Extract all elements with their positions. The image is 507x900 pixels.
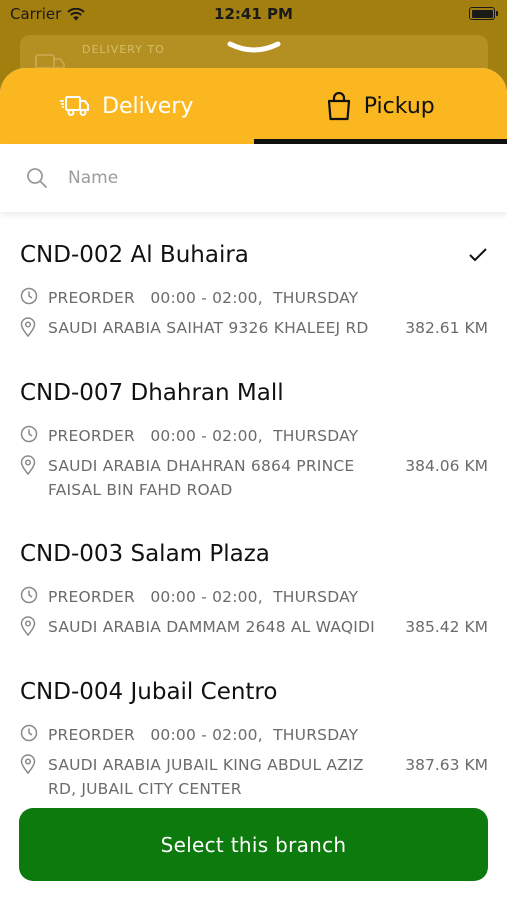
search-icon	[27, 168, 47, 188]
branch-address: SAUDI ARABIA DHAHRAN 6864 PRINCE FAISAL …	[48, 454, 354, 502]
sheet-collapse-chevron-icon[interactable]	[226, 40, 282, 56]
clock-icon	[20, 287, 38, 305]
branch-address-line: SAUDI ARABIA JUBAIL KING ABDUL AZIZ	[48, 756, 364, 774]
delivery-truck-icon	[60, 96, 90, 116]
branch-name: CND-002 Al Buhaira	[20, 242, 249, 268]
branch-distance: 387.63 KM	[405, 756, 488, 774]
clock-icon	[20, 586, 38, 604]
tab-pickup[interactable]: Pickup	[253, 68, 507, 144]
branch-name: CND-003 Salam Plaza	[20, 541, 270, 567]
search-bar	[0, 144, 507, 212]
branch-address: SAUDI ARABIA DAMMAM 2648 AL WAQIDI	[48, 615, 375, 639]
branch-schedule: PREORDER 00:00 - 02:00, THURSDAY	[48, 726, 359, 744]
branch-address: SAUDI ARABIA SAIHAT 9326 KHALEEJ RD	[48, 316, 369, 340]
order-type-tabs: Delivery Pickup	[0, 68, 507, 144]
status-bar: Carrier 12:41 PM	[0, 0, 507, 30]
tab-delivery[interactable]: Delivery	[0, 68, 254, 144]
select-branch-button[interactable]: Select this branch	[19, 808, 488, 881]
branch-address-line: FAISAL BIN FAHD ROAD	[48, 481, 233, 499]
branch-address-line: SAUDI ARABIA DAMMAM 2648 AL WAQIDI	[48, 618, 375, 636]
branch-address-line: RD, JUBAIL CITY CENTER	[48, 780, 242, 798]
tab-pickup-label: Pickup	[363, 93, 435, 119]
branch-distance: 384.06 KM	[405, 457, 488, 475]
clock-icon	[20, 724, 38, 742]
branch-schedule: PREORDER 00:00 - 02:00, THURSDAY	[48, 289, 359, 307]
branch-picker-sheet: Delivery Pickup CND-002 Al Buhaira	[0, 68, 507, 900]
location-pin-icon	[20, 317, 36, 337]
checkmark-icon	[469, 248, 487, 262]
branch-name: CND-004 Jubail Centro	[20, 679, 278, 705]
branch-address-line: SAUDI ARABIA SAIHAT 9326 KHALEEJ RD	[48, 319, 369, 337]
delivery-to-label: DELIVERY TO	[82, 43, 165, 56]
shopping-bag-icon	[327, 91, 350, 121]
location-pin-icon	[20, 616, 36, 636]
branch-address-line: SAUDI ARABIA DHAHRAN 6864 PRINCE	[48, 457, 355, 475]
clock-icon	[20, 425, 38, 443]
branch-name: CND-007 Dhahran Mall	[20, 380, 284, 406]
branch-distance: 382.61 KM	[405, 319, 488, 337]
tab-delivery-label: Delivery	[102, 93, 194, 119]
location-pin-icon	[20, 754, 36, 774]
search-input[interactable]	[68, 168, 448, 188]
location-pin-icon	[20, 455, 36, 475]
status-time: 12:41 PM	[214, 5, 293, 23]
branch-schedule: PREORDER 00:00 - 02:00, THURSDAY	[48, 588, 359, 606]
branch-address: SAUDI ARABIA JUBAIL KING ABDUL AZIZ RD, …	[48, 753, 364, 801]
battery-icon	[469, 7, 498, 20]
branch-schedule: PREORDER 00:00 - 02:00, THURSDAY	[48, 427, 359, 445]
branch-distance: 385.42 KM	[405, 618, 488, 636]
